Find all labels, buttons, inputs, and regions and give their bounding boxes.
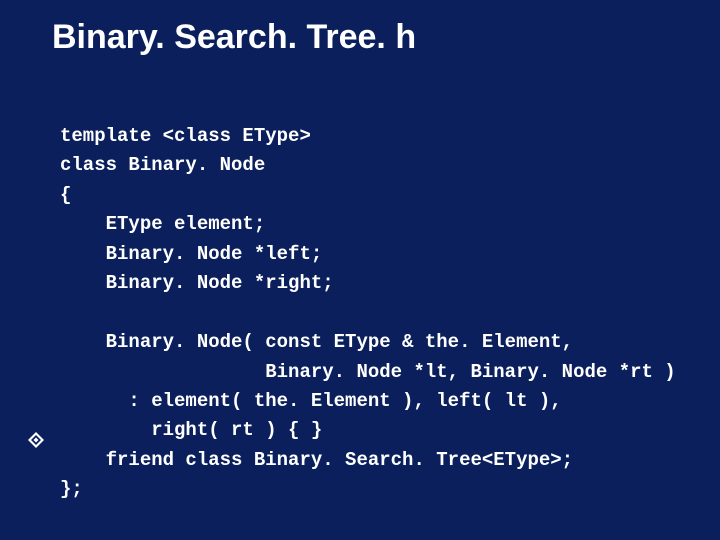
code-line: Binary. Node *right;: [60, 272, 334, 294]
code-block: template <class EType> class Binary. Nod…: [60, 122, 676, 505]
code-line: friend class Binary. Search. Tree<EType>…: [60, 449, 573, 471]
code-line: Binary. Node( const EType & the. Element…: [60, 331, 573, 353]
code-line: class Binary. Node: [60, 154, 265, 176]
code-line: Binary. Node *lt, Binary. Node *rt ): [60, 361, 676, 383]
code-line: right( rt ) { }: [60, 419, 322, 441]
diamond-bullet-icon: [28, 432, 44, 448]
slide: Binary. Search. Tree. h template <class …: [0, 0, 720, 540]
code-line: : element( the. Element ), left( lt ),: [60, 390, 562, 412]
code-line: Binary. Node *left;: [60, 243, 322, 265]
code-line: EType element;: [60, 213, 265, 235]
slide-title: Binary. Search. Tree. h: [52, 18, 416, 57]
code-line: };: [60, 478, 83, 500]
code-line: {: [60, 184, 71, 206]
code-line: template <class EType>: [60, 125, 311, 147]
